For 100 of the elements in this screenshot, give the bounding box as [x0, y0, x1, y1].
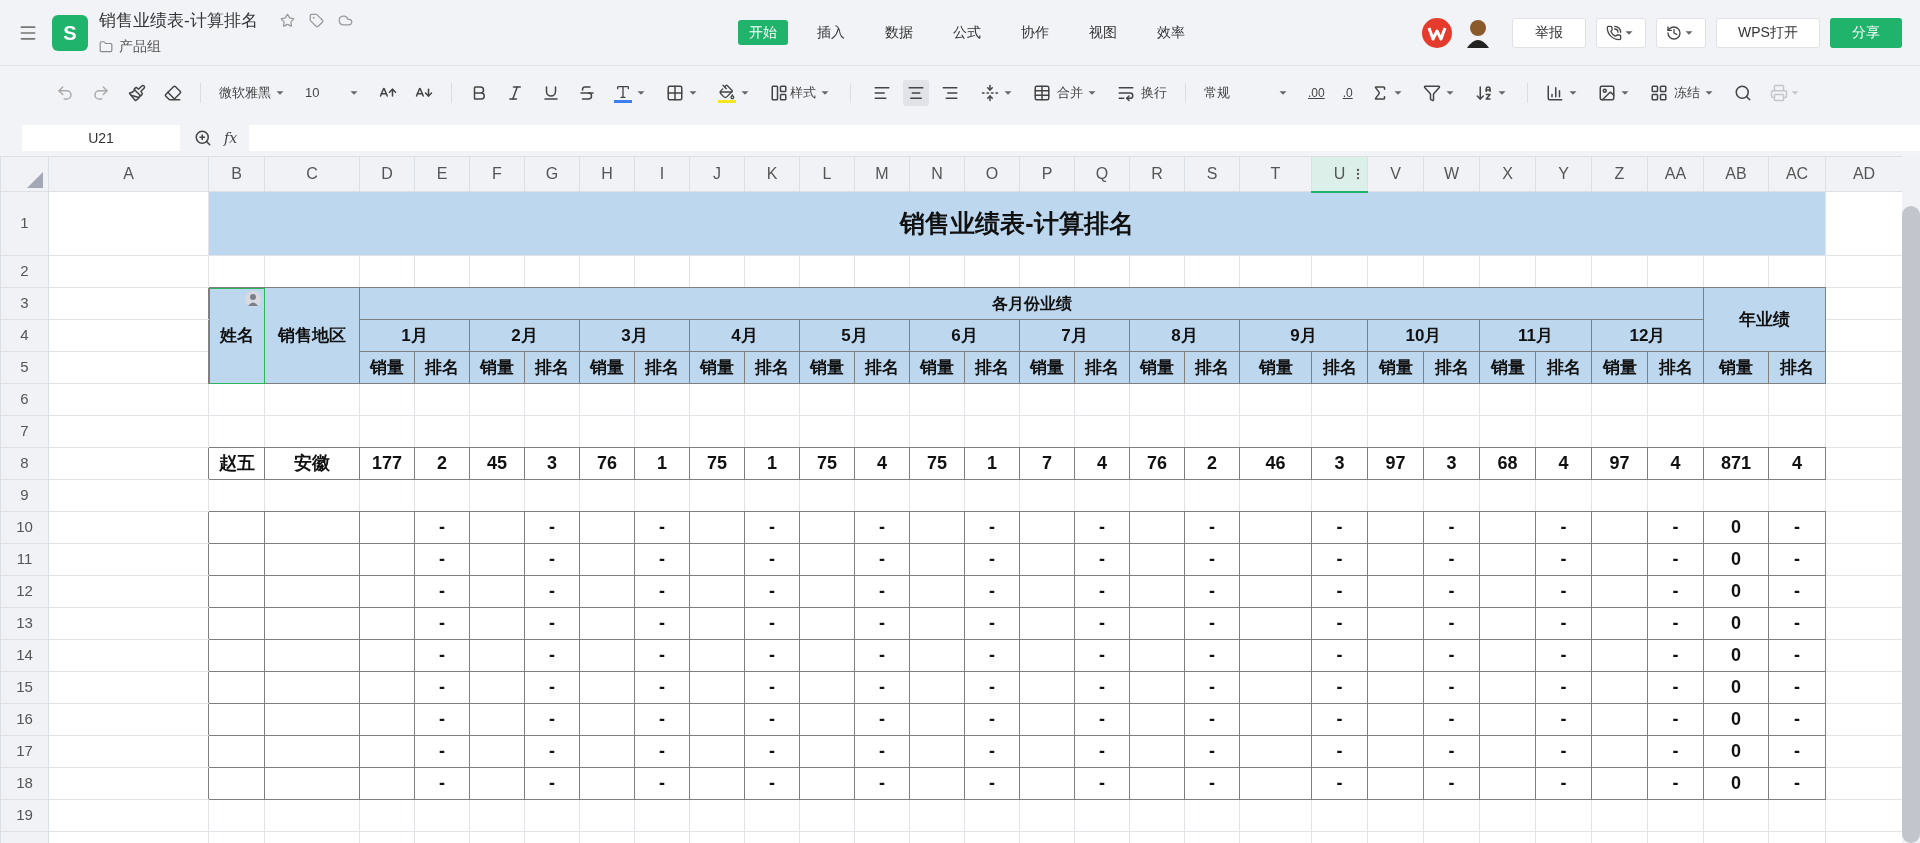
vertical-align-icon[interactable]: [981, 84, 999, 102]
row-number[interactable]: 11: [16, 550, 33, 568]
column-header[interactable]: I: [634, 156, 690, 192]
name-box[interactable]: U21: [22, 125, 180, 151]
wrap-label[interactable]: 换行: [1141, 83, 1167, 103]
call-button[interactable]: [1596, 17, 1646, 48]
column-header[interactable]: F: [469, 156, 525, 192]
row-number[interactable]: 10: [16, 518, 33, 536]
tag-icon[interactable]: [308, 13, 324, 28]
scrollbar[interactable]: [1902, 156, 1920, 843]
column-header[interactable]: Y: [1535, 156, 1592, 192]
wps-logo-icon[interactable]: [1422, 17, 1452, 48]
avatar-icon[interactable]: [1464, 17, 1492, 48]
column-header[interactable]: O: [964, 156, 1020, 192]
menu-tab[interactable]: 效率: [1146, 20, 1197, 45]
menu-tab[interactable]: 公式: [942, 20, 993, 45]
column-header[interactable]: AA: [1647, 156, 1704, 192]
row-number[interactable]: 18: [16, 774, 33, 792]
zoom-icon[interactable]: [194, 129, 212, 147]
number-format-dropdown[interactable]: 常规: [1204, 83, 1274, 103]
column-header[interactable]: Z: [1591, 156, 1648, 192]
filter-icon[interactable]: [1422, 84, 1441, 102]
column-header[interactable]: A: [48, 156, 209, 192]
column-header[interactable]: S: [1184, 156, 1240, 192]
column-header[interactable]: J: [689, 156, 745, 192]
column-header[interactable]: G: [524, 156, 580, 192]
column-header[interactable]: Q: [1074, 156, 1130, 192]
freeze-icon[interactable]: [1649, 84, 1668, 102]
eraser-icon[interactable]: [164, 84, 182, 102]
column-header[interactable]: N: [909, 156, 965, 192]
italic-icon[interactable]: [506, 84, 524, 102]
report-button[interactable]: 举报: [1512, 17, 1586, 48]
row-number[interactable]: 8: [20, 454, 29, 472]
align-button[interactable]: [903, 80, 929, 106]
column-header[interactable]: AD: [1825, 156, 1902, 192]
history-button[interactable]: [1656, 17, 1706, 48]
menu-tab[interactable]: 视图: [1078, 20, 1129, 45]
column-header[interactable]: T: [1239, 156, 1312, 192]
row-number[interactable]: 1: [20, 214, 29, 232]
column-header[interactable]: AB: [1703, 156, 1769, 192]
column-header[interactable]: H: [579, 156, 635, 192]
borders-icon[interactable]: [666, 84, 684, 102]
cloud-icon[interactable]: [337, 13, 353, 28]
decimal-button[interactable]: .0: [1342, 84, 1353, 102]
wrap-icon[interactable]: [1117, 84, 1135, 102]
row-number[interactable]: 14: [16, 646, 33, 664]
freeze-label[interactable]: 冻结: [1673, 83, 1700, 103]
column-header[interactable]: R: [1129, 156, 1185, 192]
function-label[interactable]: fx: [224, 127, 238, 149]
row-number[interactable]: 2: [20, 262, 29, 280]
row-number[interactable]: 17: [16, 742, 33, 760]
format-painter-icon[interactable]: [128, 84, 146, 102]
column-header[interactable]: W: [1423, 156, 1480, 192]
row-number[interactable]: 15: [16, 678, 33, 696]
strikethrough-icon[interactable]: [578, 84, 596, 102]
fill-color-icon[interactable]: [718, 83, 736, 103]
row-number[interactable]: 6: [20, 390, 29, 408]
row-number[interactable]: 3: [20, 294, 29, 312]
column-header[interactable]: C: [264, 156, 360, 192]
row-number[interactable]: 16: [16, 710, 33, 728]
menu-tab[interactable]: 插入: [806, 20, 857, 45]
column-header[interactable]: B: [208, 156, 265, 192]
chart-icon[interactable]: [1545, 84, 1564, 102]
font-color-icon[interactable]: [614, 83, 632, 103]
column-header[interactable]: M: [854, 156, 910, 192]
styles-label[interactable]: 样式: [790, 83, 816, 103]
menu-tab[interactable]: 数据: [874, 20, 925, 45]
font-size-dropdown[interactable]: 10: [305, 83, 345, 103]
star-icon[interactable]: [279, 13, 295, 28]
row-number[interactable]: 7: [20, 422, 29, 440]
underline-icon[interactable]: [542, 84, 560, 102]
column-header[interactable]: AC: [1768, 156, 1826, 192]
column-header[interactable]: X: [1479, 156, 1536, 192]
font-dropdown[interactable]: 微软雅黑: [219, 83, 271, 103]
merge-label[interactable]: 合并: [1057, 83, 1083, 103]
column-header[interactable]: L: [799, 156, 855, 192]
column-header[interactable]: E: [414, 156, 470, 192]
row-number[interactable]: 9: [20, 486, 29, 504]
open-in-app-button[interactable]: WPS打开: [1716, 17, 1820, 48]
styles-icon[interactable]: [770, 84, 788, 102]
decimal-button[interactable]: .00: [1308, 84, 1325, 102]
folder-name[interactable]: 产品组: [119, 36, 161, 58]
search-icon[interactable]: [1733, 84, 1752, 102]
sort-icon[interactable]: [1474, 84, 1493, 102]
row-number[interactable]: 5: [20, 358, 29, 376]
column-header[interactable]: D: [359, 156, 415, 192]
image-icon[interactable]: [1597, 84, 1616, 102]
document-title[interactable]: 销售业绩表-计算排名: [99, 7, 258, 34]
column-header[interactable]: K: [744, 156, 800, 192]
column-header[interactable]: P: [1019, 156, 1075, 192]
column-header[interactable]: V: [1367, 156, 1424, 192]
menu-tab[interactable]: 协作: [1010, 20, 1061, 45]
row-number[interactable]: 4: [20, 326, 29, 344]
merge-icon[interactable]: [1033, 84, 1051, 102]
column-header[interactable]: U: [1311, 156, 1368, 192]
row-number[interactable]: 12: [16, 582, 33, 600]
table-cell: -: [1560, 709, 1567, 729]
user-icon[interactable]: [245, 291, 261, 307]
row-number[interactable]: 13: [16, 614, 33, 632]
row-number[interactable]: 19: [16, 806, 33, 824]
